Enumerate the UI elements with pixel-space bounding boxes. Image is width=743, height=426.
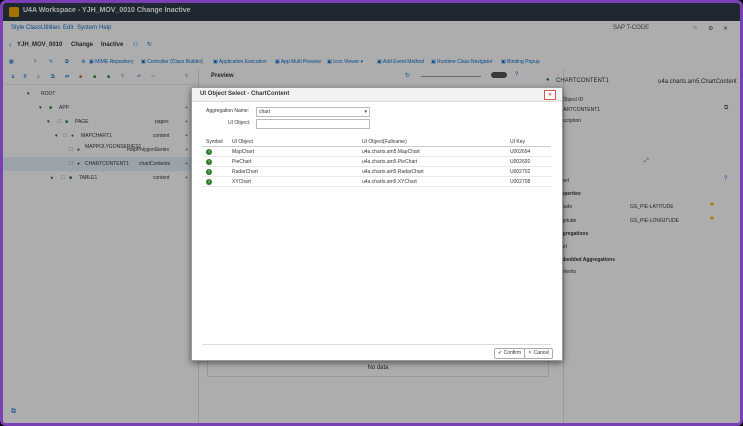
table-row[interactable]: ? PieChart u4a.charts.am5.PieChart U0026… — [202, 156, 551, 167]
aggregation-name-select[interactable]: chart ▾ — [256, 107, 370, 117]
cell-ui-object: MapChart — [228, 146, 358, 157]
cancel-button[interactable]: ✕ Cancel — [524, 348, 554, 359]
confirm-label: Confirm — [503, 350, 522, 356]
cell-ui-fullname: u4a.charts.am5.PieChart — [358, 156, 506, 167]
app-window: U4A Workspace - YJH_MOV_0010 Change Inac… — [0, 0, 743, 426]
ui-object-input[interactable] — [256, 119, 370, 129]
table-row[interactable]: ? MapChart u4a.charts.am5.MapChart U0026… — [202, 146, 551, 157]
cancel-label: Cancel — [533, 350, 550, 356]
cell-ui-object: XYChart — [228, 176, 358, 187]
object-symbol-icon: ? — [206, 168, 212, 175]
cell-ui-object: RadarChart — [228, 166, 358, 177]
cell-ui-fullname: u4a.charts.am5.RadarChart — [358, 166, 506, 177]
table-row[interactable]: ? RadarChart u4a.charts.am5.RadarChart U… — [202, 166, 551, 177]
object-symbol-icon: ? — [206, 178, 212, 185]
ui-object-select-dialog: UI Object Select - ChartContent ✕ Aggreg… — [191, 87, 563, 361]
ui-object-label: UI Object: — [228, 120, 251, 126]
dialog-title: UI Object Select - ChartContent — [200, 91, 290, 97]
object-symbol-icon: ? — [206, 158, 212, 165]
col-ui-key[interactable]: UI Key — [506, 137, 551, 147]
dialog-footer-divider — [202, 344, 551, 345]
confirm-button[interactable]: ✔ Confirm — [494, 348, 526, 359]
col-symbol[interactable]: Symbol — [202, 137, 228, 147]
aggregation-name-value: chart — [259, 109, 271, 115]
ui-object-table: Symbol UI Object UI Object(Fullname) UI … — [202, 137, 551, 187]
cell-ui-key: U002692 — [506, 156, 551, 167]
cell-ui-key: U002708 — [506, 176, 551, 187]
cell-ui-fullname: u4a.charts.am5.XYChart — [358, 176, 506, 187]
col-ui-object[interactable]: UI Object — [228, 137, 358, 147]
dialog-close-icon[interactable]: ✕ — [544, 90, 556, 100]
object-symbol-icon: ? — [206, 148, 212, 155]
dialog-title-bar: UI Object Select - ChartContent ✕ — [192, 88, 562, 102]
cell-ui-fullname: u4a.charts.am5.MapChart — [358, 146, 506, 157]
confirm-icon: ✔ — [498, 350, 503, 356]
cell-ui-object: PieChart — [228, 156, 358, 167]
cell-ui-key: U002694 — [506, 146, 551, 157]
table-row[interactable]: ? XYChart u4a.charts.am5.XYChart U002708 — [202, 176, 551, 187]
col-ui-object-fullname[interactable]: UI Object(Fullname) — [358, 137, 506, 147]
chevron-down-icon: ▾ — [364, 109, 367, 115]
cell-ui-key: U002702 — [506, 166, 551, 177]
aggregation-name-label: Aggregation Name: — [206, 108, 250, 114]
cancel-icon: ✕ — [528, 350, 533, 356]
table-header-row: Symbol UI Object UI Object(Fullname) UI … — [202, 137, 551, 147]
